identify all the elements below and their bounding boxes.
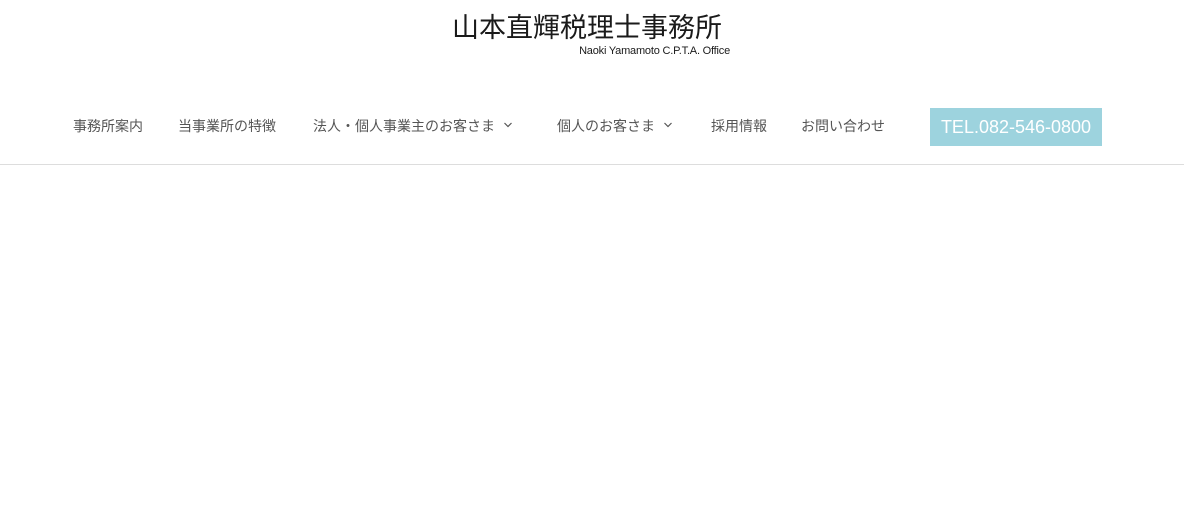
site-header: 山本直輝税理士事務所 Naoki Yamamoto C.P.T.A. Offic…	[0, 0, 1184, 165]
nav-item-contact[interactable]: お問い合わせ	[801, 108, 885, 144]
nav-item-office-info[interactable]: 事務所案内	[73, 108, 143, 144]
nav-item-label: 事務所案内	[73, 119, 143, 135]
main-content	[0, 166, 1184, 528]
nav-item-individual-clients[interactable]: 個人のお客さま	[557, 108, 673, 144]
nav-item-recruitment[interactable]: 採用情報	[711, 108, 767, 144]
nav-item-features[interactable]: 当事業所の特徴	[178, 108, 276, 144]
logo-subtitle: Naoki Yamamoto C.P.T.A. Office	[579, 45, 730, 57]
nav-item-label: 法人・個人事業主のお客さま	[313, 119, 495, 135]
nav-item-label: 採用情報	[711, 119, 767, 135]
chevron-down-icon	[504, 122, 512, 128]
nav-item-label: 個人のお客さま	[557, 119, 655, 135]
nav-item-business-clients[interactable]: 法人・個人事業主のお客さま	[313, 108, 513, 144]
chevron-down-icon	[664, 122, 672, 128]
tel-button[interactable]: TEL.082-546-0800	[930, 108, 1102, 146]
nav-item-label: お問い合わせ	[801, 119, 885, 135]
site-logo[interactable]: 山本直輝税理士事務所 Naoki Yamamoto C.P.T.A. Offic…	[452, 12, 734, 60]
nav-item-label: 当事業所の特徴	[178, 119, 276, 135]
logo-title: 山本直輝税理士事務所	[452, 13, 722, 44]
main-navigation: 事務所案内 当事業所の特徴 法人・個人事業主のお客さま 個人のお客さま 採用情報…	[0, 108, 1184, 146]
